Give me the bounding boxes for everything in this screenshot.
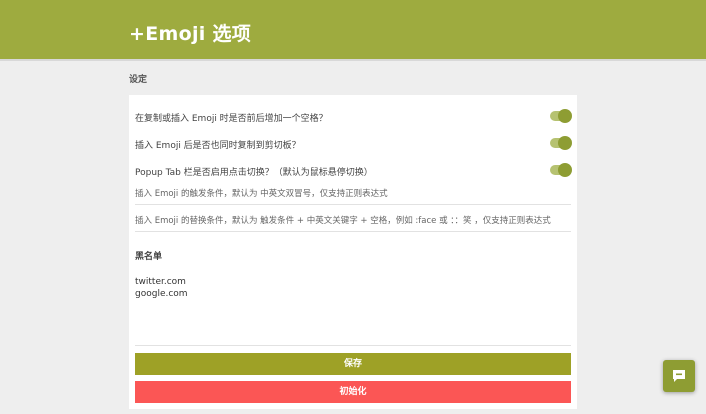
toggle-row-clipboard: 插入 Emoji 后是否也同时复制到剪切板？ (135, 135, 572, 153)
toggle-label-clipboard: 插入 Emoji 后是否也同时复制到剪切板？ (135, 141, 301, 151)
header-bar: +Emoji 选项 (0, 0, 706, 61)
chat-button[interactable] (663, 360, 695, 392)
toggle-row-popup-click: Popup Tab 栏是否启用点击切换？（默认为鼠标悬停切换） (135, 162, 572, 180)
chat-bubble-icon (673, 370, 685, 382)
settings-card: 在复制或插入 Emoji 时是否前后增加一个空格？ 插入 Emoji 后是否也同… (129, 95, 577, 409)
popup-click-toggle[interactable] (550, 163, 572, 177)
toggle-knob (558, 109, 572, 123)
toggle-label-space: 在复制或插入 Emoji 时是否前后增加一个空格？ (135, 114, 328, 124)
toggle-row-space: 在复制或插入 Emoji 时是否前后增加一个空格？ (135, 108, 572, 126)
space-toggle[interactable] (550, 109, 572, 123)
clipboard-toggle[interactable] (550, 136, 572, 150)
toggle-knob (558, 163, 572, 177)
reset-button[interactable]: 初始化 (135, 381, 571, 403)
blacklist-title: 黑名单 (135, 252, 163, 262)
save-button[interactable]: 保存 (135, 353, 571, 375)
page-title: +Emoji 选项 (129, 23, 252, 45)
replace-condition-input[interactable] (135, 210, 571, 232)
toggle-knob (558, 136, 572, 150)
toggle-label-popup-click: Popup Tab 栏是否启用点击切换？（默认为鼠标悬停切换） (135, 168, 373, 178)
blacklist-textarea[interactable]: twitter.com google.com (135, 276, 571, 346)
trigger-condition-input[interactable] (135, 183, 571, 205)
section-title: 设定 (129, 75, 148, 85)
